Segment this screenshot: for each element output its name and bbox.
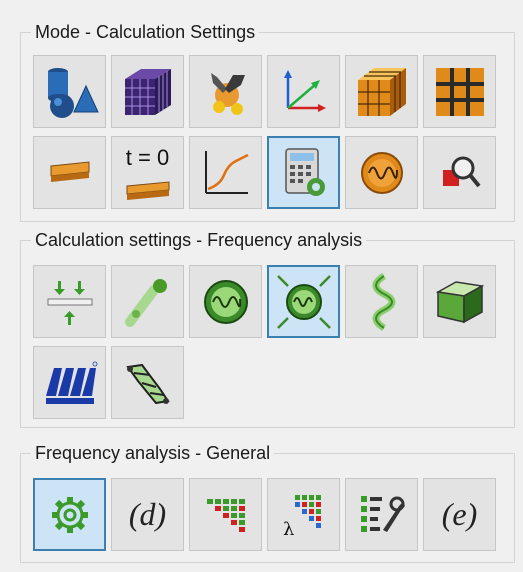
calculator-gear-icon bbox=[284, 147, 325, 196]
t-zero-label: t = 0 bbox=[125, 145, 170, 170]
frequency-circle-icon bbox=[203, 279, 248, 324]
mode-calculation-settings-group: Mode - Calculation Settings t = 0 bbox=[20, 19, 515, 222]
calc-row-2 bbox=[33, 346, 184, 419]
mode-row-1 bbox=[33, 55, 496, 128]
calc-row-1 bbox=[33, 265, 496, 338]
calculation-settings-button[interactable] bbox=[267, 136, 340, 209]
spring-button[interactable] bbox=[345, 265, 418, 338]
beam-element-icon bbox=[50, 160, 89, 182]
matrix-d-button[interactable]: (d) bbox=[111, 478, 184, 551]
frequency-analysis-button[interactable] bbox=[267, 265, 340, 338]
logo-icon bbox=[45, 361, 97, 404]
logo-button[interactable] bbox=[33, 346, 106, 419]
matrix-d-icon: (d) bbox=[128, 496, 167, 532]
frequency-button[interactable] bbox=[189, 265, 262, 338]
supports-load-icon bbox=[47, 280, 92, 325]
coordinate-system-button[interactable] bbox=[267, 55, 340, 128]
tools-button[interactable] bbox=[189, 55, 262, 128]
supports-button[interactable] bbox=[33, 265, 106, 338]
group-title-mode: Mode - Calculation Settings bbox=[31, 19, 260, 45]
geometry-shapes-icon bbox=[47, 67, 99, 118]
list-tools-button[interactable] bbox=[345, 478, 418, 551]
beam-button[interactable] bbox=[33, 136, 106, 209]
result-curve-icon bbox=[204, 150, 249, 194]
frequency-arrows-icon bbox=[276, 274, 331, 329]
wrench-nodes-icon bbox=[210, 72, 245, 115]
mass-matrix-icon bbox=[206, 498, 245, 532]
beam-nodes-icon bbox=[124, 278, 167, 327]
frame-grid-icon bbox=[435, 67, 484, 116]
mode-row-2: t = 0 bbox=[33, 136, 496, 209]
zoom-node-icon bbox=[442, 156, 481, 187]
green-cube-icon bbox=[435, 280, 484, 323]
group-title-freq: Frequency analysis - General bbox=[31, 440, 275, 466]
matrix-e-button[interactable]: (e) bbox=[423, 478, 496, 551]
solid-mesh-button[interactable] bbox=[345, 55, 418, 128]
frame-grid-button[interactable] bbox=[423, 55, 496, 128]
results-button[interactable] bbox=[189, 136, 262, 209]
truss-button[interactable] bbox=[111, 346, 184, 419]
frequency-analysis-general-group: Frequency analysis - General (d) λ (e) bbox=[20, 440, 515, 563]
eigenvalue-matrix-button[interactable]: λ bbox=[267, 478, 340, 551]
mass-matrix-button[interactable] bbox=[189, 478, 262, 551]
beam-nodes-button[interactable] bbox=[111, 265, 184, 338]
gear-icon bbox=[51, 496, 88, 533]
freq-row-1: (d) λ (e) bbox=[33, 478, 496, 551]
mesh-button[interactable] bbox=[111, 55, 184, 128]
list-wrench-icon bbox=[360, 495, 405, 532]
initial-state-button[interactable]: t = 0 bbox=[111, 136, 184, 209]
truss-structure-icon bbox=[125, 363, 170, 404]
mesh-cube-icon bbox=[124, 68, 171, 115]
grid-cube-icon bbox=[357, 67, 406, 116]
frequency-wave-icon bbox=[360, 151, 403, 194]
general-settings-button[interactable] bbox=[33, 478, 106, 551]
solid-button[interactable] bbox=[423, 265, 496, 338]
matrix-e-icon: (e) bbox=[441, 496, 478, 532]
lambda-symbol: λ bbox=[283, 519, 294, 539]
spring-shape-icon bbox=[372, 272, 395, 331]
inspect-button[interactable] bbox=[423, 136, 496, 209]
group-title-calc: Calculation settings - Frequency analysi… bbox=[31, 227, 367, 253]
initial-state-beam-icon bbox=[126, 181, 170, 200]
calculation-settings-frequency-group: Calculation settings - Frequency analysi… bbox=[20, 227, 515, 428]
frequency-mode-button[interactable] bbox=[345, 136, 418, 209]
coordinate-axes-icon bbox=[283, 69, 326, 112]
lambda-matrix-icon: λ bbox=[283, 494, 321, 539]
geometry-button[interactable] bbox=[33, 55, 106, 128]
